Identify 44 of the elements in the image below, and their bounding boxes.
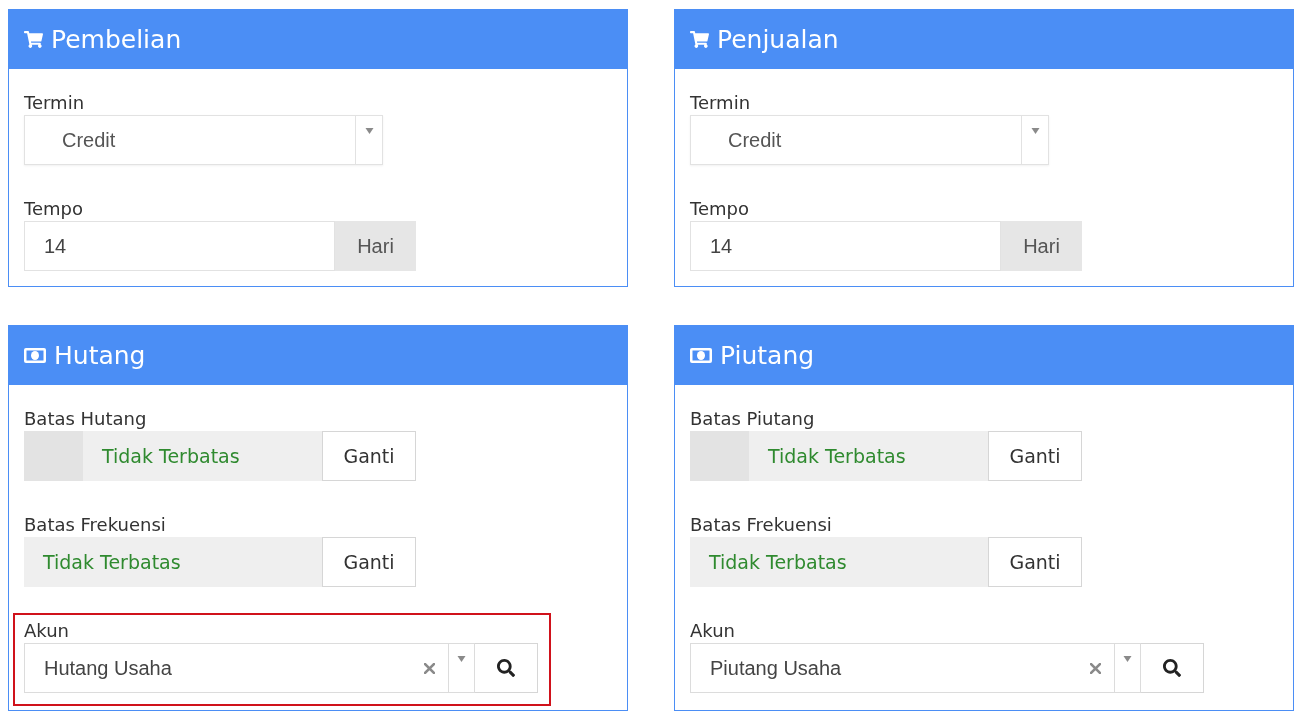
caret-icon bbox=[1030, 128, 1040, 134]
clear-icon[interactable] bbox=[424, 662, 435, 674]
banknote-icon bbox=[690, 348, 712, 363]
account-dropdown[interactable]: Hutang Usaha bbox=[24, 643, 475, 693]
panel-title: Piutang bbox=[720, 343, 815, 368]
input-field[interactable]: 14 bbox=[24, 221, 335, 271]
field-label: Batas Piutang bbox=[690, 407, 815, 431]
unit-addon: Hari bbox=[1001, 221, 1082, 271]
caret-icon bbox=[364, 128, 374, 134]
clear-icon[interactable] bbox=[1090, 662, 1101, 674]
panel-title: Pembelian bbox=[51, 27, 182, 52]
caret-icon bbox=[457, 656, 466, 662]
limit-value: Tidak Terbatas bbox=[24, 537, 322, 587]
field-label: Batas Hutang bbox=[24, 407, 147, 431]
unit-addon: Hari bbox=[335, 221, 416, 271]
dropdown-field[interactable]: Credit bbox=[690, 115, 1049, 165]
panel-title: Penjualan bbox=[717, 27, 839, 52]
limit-value: Tidak Terbatas bbox=[690, 537, 988, 587]
field-label: Akun bbox=[690, 619, 735, 643]
cart-icon bbox=[690, 31, 709, 48]
search-button[interactable] bbox=[1141, 643, 1204, 693]
search-icon bbox=[497, 659, 515, 677]
cart-icon bbox=[24, 31, 43, 48]
dropdown-field[interactable]: Credit bbox=[24, 115, 383, 165]
panel-title: Hutang bbox=[54, 343, 146, 368]
input-field[interactable]: 14 bbox=[690, 221, 1001, 271]
field-label: Batas Frekuensi bbox=[24, 513, 166, 537]
caret-icon bbox=[1123, 656, 1132, 662]
change-button[interactable]: Ganti bbox=[322, 431, 416, 481]
banknote-icon bbox=[24, 348, 46, 363]
field-label: Tempo bbox=[690, 197, 749, 221]
limit-value: Tidak Terbatas bbox=[749, 431, 988, 481]
account-dropdown[interactable]: Piutang Usaha bbox=[690, 643, 1141, 693]
limit-value: Tidak Terbatas bbox=[83, 431, 322, 481]
change-button[interactable]: Ganti bbox=[988, 537, 1082, 587]
field-label: Batas Frekuensi bbox=[690, 513, 832, 537]
change-button[interactable]: Ganti bbox=[988, 431, 1082, 481]
field-label: Termin bbox=[24, 91, 85, 115]
change-button[interactable]: Ganti bbox=[322, 537, 416, 587]
field-label: Tempo bbox=[24, 197, 83, 221]
field-label: Akun bbox=[24, 619, 69, 643]
search-icon bbox=[1163, 659, 1181, 677]
search-button[interactable] bbox=[475, 643, 538, 693]
field-label: Termin bbox=[690, 91, 751, 115]
